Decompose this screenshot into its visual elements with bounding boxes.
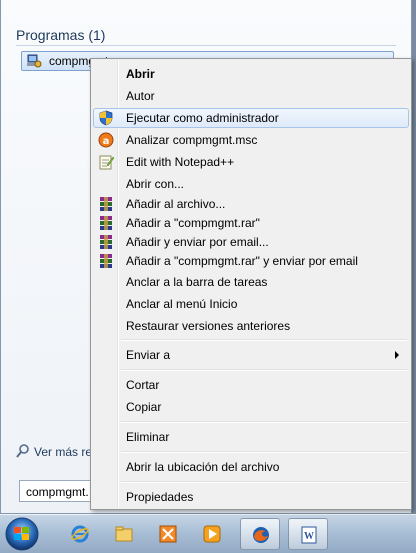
menu-item-label: Abrir la ubicación del archivo — [126, 460, 280, 474]
menu-item-label: Abrir con... — [126, 177, 185, 191]
menu-item-pin-start[interactable]: Anclar al menú Inicio — [93, 294, 409, 314]
menu-item-open-with[interactable]: Abrir con... — [93, 174, 409, 194]
svg-text:W: W — [304, 531, 314, 542]
menu-item-open[interactable]: Abrir — [93, 64, 409, 84]
menu-item-label: Copiar — [126, 400, 162, 414]
winrar-icon — [100, 216, 112, 230]
menu-item-edit-notepadpp[interactable]: Edit with Notepad++ — [93, 152, 409, 172]
menu-item-label: Anclar a la barra de tareas — [126, 275, 268, 289]
menu-item-label: Enviar a — [126, 348, 171, 362]
menu-item-pin-taskbar[interactable]: Anclar a la barra de tareas — [93, 272, 409, 292]
menu-item-scan[interactable]: a Analizar compmgmt.msc — [93, 130, 409, 150]
computer-management-icon — [27, 54, 42, 68]
menu-item-send-to[interactable]: Enviar a — [93, 345, 409, 365]
taskbar-button-firefox[interactable] — [240, 518, 280, 550]
menu-separator — [121, 481, 407, 483]
context-menu: Abrir Autor Ejecutar como administrador … — [90, 58, 412, 510]
taskbar-button-word[interactable]: W — [288, 518, 328, 550]
menu-item-run-as-administrator[interactable]: Ejecutar como administrador — [93, 108, 409, 128]
menu-item-label: Añadir a "compmgmt.rar" y enviar por ema… — [126, 254, 358, 268]
search-icon — [16, 444, 29, 458]
menu-item-properties[interactable]: Propiedades — [93, 487, 409, 507]
menu-item-author[interactable]: Autor — [93, 86, 409, 106]
menu-item-label: Anclar al menú Inicio — [126, 297, 238, 311]
menu-item-label: Cortar — [126, 378, 160, 392]
menu-item-label: Eliminar — [126, 430, 170, 444]
winrar-icon — [100, 254, 112, 268]
submenu-arrow-icon — [395, 351, 399, 359]
menu-item-add-and-email[interactable]: Añadir y enviar por email... — [93, 232, 409, 252]
firefox-icon — [253, 527, 269, 543]
menu-item-add-rar-and-email[interactable]: Añadir a "compmgmt.rar" y enviar por ema… — [93, 251, 409, 271]
section-title: Programas (1) — [16, 27, 106, 43]
menu-separator — [121, 451, 407, 453]
media-player-icon — [203, 525, 221, 543]
shield-icon — [99, 110, 113, 126]
menu-item-label: Añadir al archivo... — [126, 197, 226, 211]
start-button[interactable] — [2, 515, 42, 552]
menu-item-label: Añadir a "compmgmt.rar" — [126, 216, 260, 230]
menu-item-label: Añadir y enviar por email... — [126, 235, 269, 249]
menu-item-label: Propiedades — [126, 490, 194, 504]
see-more-label: Ver más res — [34, 445, 99, 459]
menu-item-label: Ejecutar como administrador — [126, 111, 279, 125]
menu-item-label: Analizar compmgmt.msc — [126, 133, 258, 147]
menu-item-add-to-rar[interactable]: Añadir a "compmgmt.rar" — [93, 213, 409, 233]
menu-separator — [121, 339, 407, 341]
menu-item-label: Restaurar versiones anteriores — [126, 319, 291, 333]
search-input-value: compmgmt. — [26, 485, 89, 499]
menu-item-cut[interactable]: Cortar — [93, 375, 409, 395]
menu-item-label: Abrir — [126, 67, 155, 81]
winrar-icon — [100, 235, 112, 249]
folder-icon — [115, 526, 133, 542]
divider — [16, 45, 396, 46]
menu-item-delete[interactable]: Eliminar — [93, 427, 409, 447]
taskbar-button-explorer[interactable] — [104, 518, 144, 550]
menu-item-restore-versions[interactable]: Restaurar versiones anteriores — [93, 316, 409, 336]
internet-explorer-icon — [71, 525, 89, 543]
antivirus-icon: a — [98, 132, 114, 148]
notepad-icon — [99, 155, 114, 170]
word-icon: W — [301, 526, 317, 544]
taskbar-button-media-player[interactable] — [192, 518, 232, 550]
winrar-icon — [100, 197, 112, 211]
menu-separator — [121, 369, 407, 371]
menu-item-label: Edit with Notepad++ — [126, 155, 235, 169]
menu-separator — [121, 421, 407, 423]
svg-text:a: a — [103, 136, 110, 147]
menu-item-copy[interactable]: Copiar — [93, 397, 409, 417]
taskbar-button-internet-explorer[interactable] — [60, 518, 100, 550]
taskbar-button-media-center[interactable] — [148, 518, 188, 550]
media-center-icon — [159, 525, 177, 543]
menu-item-label: Autor — [126, 89, 155, 103]
menu-item-open-file-location[interactable]: Abrir la ubicación del archivo — [93, 457, 409, 477]
menu-item-add-to-archive[interactable]: Añadir al archivo... — [93, 194, 409, 214]
